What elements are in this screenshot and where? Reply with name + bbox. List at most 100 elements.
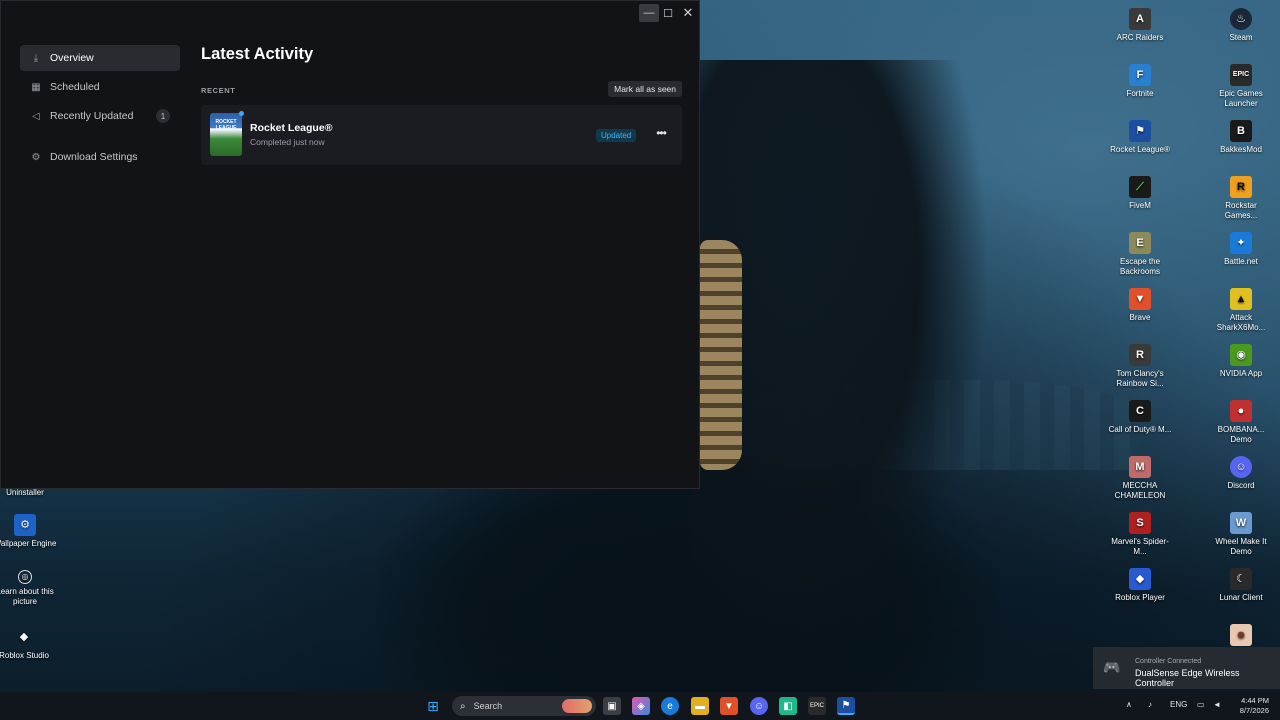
sidebar-item-scheduled[interactable]: ▦ Scheduled — [20, 74, 180, 100]
tray-overflow-chevron-icon[interactable]: ∧ — [1126, 700, 1132, 709]
desktop-icon-battlenet[interactable]: ✦ Battle.net — [1209, 232, 1273, 267]
desktop-icon-nvidia[interactable]: ◉ NVIDIA App — [1209, 344, 1273, 379]
taskbar-epic-games[interactable]: EPIC — [808, 697, 826, 715]
desktop-icon-label: ARC Raiders — [1116, 33, 1164, 42]
desktop-icon-label: FiveM — [1129, 201, 1151, 210]
rainbow-six-icon: R — [1129, 344, 1151, 366]
page-title: Latest Activity — [201, 45, 314, 63]
desktop-icon-arc-raiders[interactable]: A ARC Raiders — [1108, 8, 1172, 43]
close-icon: ✕ — [682, 5, 694, 20]
maximize-button[interactable]: ☐ — [658, 4, 678, 22]
roblox-studio-icon: ◆ — [19, 631, 29, 643]
taskbar-brave[interactable]: ▼ — [720, 697, 738, 715]
taskbar-discord[interactable]: ☺ — [750, 697, 768, 715]
desktop-icon-fortnite[interactable]: F Fortnite — [1108, 64, 1172, 99]
desktop-icon-roblox-studio[interactable]: ◆ Roblox Studio — [0, 626, 56, 661]
activity-item[interactable]: ROCKET LEAGUE Rocket League® Completed j… — [201, 105, 682, 165]
desktop-icon-label: MECCHA CHAMELEON — [1114, 481, 1166, 500]
epic-games-icon: EPIC — [809, 703, 824, 709]
clock-time: 4:44 PM — [1241, 696, 1269, 705]
desktop-icon-discord[interactable]: ☺ Discord — [1209, 456, 1273, 491]
taskbar-file-explorer[interactable]: ▬ — [691, 697, 709, 715]
desktop-icon-label: Call of Duty® M... — [1108, 425, 1172, 434]
desktop-icon-fivem[interactable]: ⟋ FiveM — [1108, 176, 1172, 211]
desktop-icon-meccha-chameleon[interactable]: M MECCHA CHAMELEON — [1108, 456, 1172, 501]
desktop-icon-lunar-client[interactable]: ☾ Lunar Client — [1209, 568, 1273, 603]
desktop-icon-uninstaller[interactable]: Uninstaller — [0, 488, 57, 498]
megaphone-icon: ◁ — [32, 110, 40, 122]
app-icon: ◧ — [783, 700, 793, 712]
desktop-icon-roblox-player[interactable]: ◆ Roblox Player — [1108, 568, 1172, 603]
desktop-icon-rockstar[interactable]: R Rockstar Games... — [1209, 176, 1273, 221]
desktop-icon-label: Escape the Backrooms — [1119, 257, 1161, 276]
desktop-icon-brave[interactable]: ▼ Brave — [1108, 288, 1172, 323]
clock[interactable]: 4:44 PM 8/7/2026 — [1233, 696, 1269, 716]
wallpaper-engine-icon: ⚙ — [14, 514, 36, 536]
taskbar-search[interactable]: ⌕ Search — [452, 696, 596, 716]
sidebar-item-recently-updated[interactable]: ◁ Recently Updated 1 — [20, 103, 180, 129]
sidebar-divider — [20, 132, 180, 144]
desktop-icon-label: BOMBANA... Demo — [1217, 425, 1265, 444]
sidebar-item-label: Download Settings — [50, 151, 138, 163]
camera-icon: ◎ — [18, 570, 32, 584]
start-button[interactable]: ⊞ — [424, 697, 442, 715]
clock-date: 8/7/2026 — [1239, 706, 1269, 715]
taskbar: ⊞ ⌕ Search ▣ ◈ e ▬ ▼ ☺ ◧ EPIC ⚑ ∧ ♪ ENG … — [0, 692, 1280, 720]
taskbar-store[interactable]: ▣ — [603, 697, 621, 715]
title-bar[interactable]: — ☐ ✕ — [1, 1, 699, 25]
taskbar-app-green[interactable]: ◧ — [779, 697, 797, 715]
notification-heading: Controller Connected — [1135, 658, 1202, 665]
language-indicator[interactable]: ENG — [1170, 700, 1187, 709]
folder-icon: ▬ — [695, 700, 705, 712]
windows-icon: ⊞ — [427, 697, 439, 714]
desktop-icon-learn-picture[interactable]: ◎ Learn about this picture — [0, 570, 57, 607]
spider-man-icon: S — [1129, 512, 1151, 534]
desktop-icon-spider-man[interactable]: S Marvel's Spider-M... — [1108, 512, 1172, 557]
desktop-icon-label: Marvel's Spider-M... — [1111, 537, 1169, 556]
desktop-icon-steam[interactable]: ♨ Steam — [1209, 8, 1273, 43]
desktop-icon-unnamed[interactable]: ☻ — [1209, 624, 1273, 649]
brave-lion-icon: ▼ — [1129, 288, 1151, 310]
desktop-icon-rocket-league[interactable]: ⚑ Rocket League® — [1108, 120, 1172, 155]
rocket-league-icon: ⚑ — [1129, 120, 1151, 142]
sidebar-item-overview[interactable]: ⤓ Overview — [20, 45, 180, 71]
close-button[interactable]: ✕ — [678, 4, 698, 22]
desktop-icon-bombana[interactable]: ● BOMBANA... Demo — [1209, 400, 1273, 445]
more-options-button[interactable]: ••• — [653, 126, 669, 142]
attack-shark-icon: ▲ — [1230, 288, 1252, 310]
desktop-icon-epic-games[interactable]: EPIC Epic Games Launcher — [1209, 64, 1273, 109]
desktop-icon-label: Battle.net — [1224, 257, 1258, 266]
desktop-icon-label: Steam — [1229, 33, 1253, 42]
desktop-icon-wallpaper-engine[interactable]: ⚙ Wallpaper Engine — [0, 514, 57, 549]
minimize-button[interactable]: — — [639, 4, 659, 22]
desktop-icon-rainbow-six[interactable]: R Tom Clancy's Rainbow Si... — [1108, 344, 1172, 389]
bombana-icon: ● — [1230, 400, 1252, 422]
volume-icon[interactable]: ◄ — [1213, 700, 1221, 709]
taskbar-copilot[interactable]: ◈ — [632, 697, 650, 715]
gear-icon: ⚙ — [31, 151, 41, 163]
controller-notification[interactable]: 🎮 Controller Connected DualSense Edge Wi… — [1093, 647, 1280, 689]
downloads-window: — ☐ ✕ ⤓ Overview ▦ Scheduled ◁ Recently … — [0, 0, 700, 489]
desktop-icon-call-of-duty[interactable]: C Call of Duty® M... — [1108, 400, 1172, 435]
calendar-icon: ▦ — [31, 81, 41, 93]
wheel-make-it-icon: W — [1230, 512, 1252, 534]
desktop-icon-attack-shark[interactable]: ▲ Attack SharkX6Mo... — [1209, 288, 1273, 333]
store-icon: ▣ — [607, 700, 617, 712]
microphone-icon[interactable]: ♪ — [1148, 700, 1152, 709]
rocket-league-icon: ⚑ — [841, 699, 851, 711]
call-of-duty-icon: C — [1129, 400, 1151, 422]
desktop-icon-escape-backrooms[interactable]: E Escape the Backrooms — [1108, 232, 1172, 277]
sidebar-item-download-settings[interactable]: ⚙ Download Settings — [20, 144, 180, 170]
desktop-icon-bakkesmod[interactable]: B BakkesMod — [1209, 120, 1273, 155]
thumbnail-logo-text: ROCKET LEAGUE — [215, 119, 237, 131]
count-badge: 1 — [156, 109, 170, 123]
wallpaper-spine — [700, 240, 742, 470]
taskbar-rocket-league[interactable]: ⚑ — [837, 697, 855, 715]
network-icon[interactable]: ▭ — [1197, 700, 1205, 709]
mark-all-seen-button[interactable]: Mark all as seen — [608, 81, 682, 97]
minimize-icon: — — [643, 7, 655, 19]
sidebar-item-label: Scheduled — [50, 81, 100, 93]
desktop-icon-wheel-make-it[interactable]: W Wheel Make It Demo — [1209, 512, 1273, 557]
status-badge: Updated — [596, 129, 637, 142]
taskbar-edge[interactable]: e — [661, 697, 679, 715]
